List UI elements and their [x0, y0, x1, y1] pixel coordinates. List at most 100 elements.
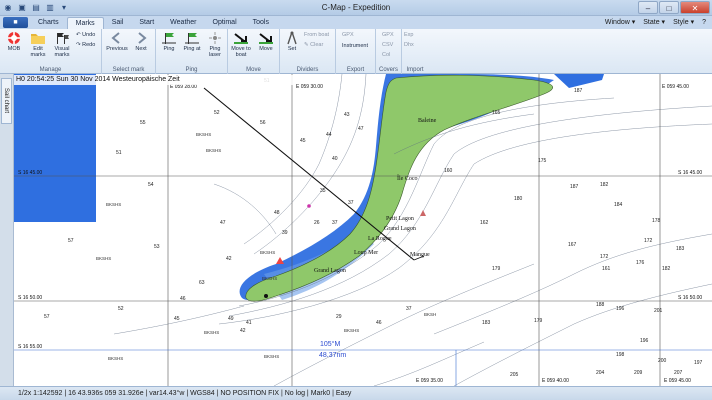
depth-sounding: 29 — [336, 314, 342, 320]
reef-shallows-north — [554, 74, 604, 88]
depth-sounding: 39 — [282, 230, 288, 236]
help-icon[interactable]: ? — [702, 17, 706, 29]
covers-csv-button[interactable]: CSV — [382, 42, 393, 49]
depth-sounding: 41 — [246, 320, 252, 326]
depth-sounding: 183 — [482, 320, 491, 326]
tab-start[interactable]: Start — [131, 17, 162, 29]
depth-sounding: 37 — [406, 306, 412, 312]
hazard-marker-2[interactable] — [420, 210, 426, 216]
window-title: C-Map - Expedition — [321, 3, 391, 12]
tab-marks[interactable]: Marks — [66, 17, 104, 29]
bottom-code: BKSHS — [204, 330, 219, 335]
ping-laser-button[interactable]: Ping laser — [203, 31, 227, 58]
bottom-code: BKSHS — [106, 202, 121, 207]
close-button[interactable]: ✕ — [680, 1, 710, 14]
visual-marks-button[interactable]: Visual marks — [50, 31, 74, 58]
bottom-code: BKSHS — [344, 328, 359, 333]
depth-sounding: 40 — [332, 156, 338, 162]
nautical-chart[interactable]: E 059 28.00 E 059 30.00 E 059 45.00 E 05… — [14, 74, 712, 386]
import-exp-button[interactable]: Exp — [404, 32, 413, 39]
redo-button[interactable]: ↷ Redo — [76, 42, 95, 49]
export-instrument-button[interactable]: Instrument — [342, 43, 368, 50]
ping-button[interactable]: Ping — [157, 31, 181, 52]
coord-label-lat3-l: S 16 55.00 — [18, 344, 42, 350]
depth-sounding: 45 — [174, 316, 180, 322]
green-flag-icon — [162, 33, 176, 44]
window-menu[interactable]: Window ▾ — [605, 17, 635, 29]
flags-icon — [57, 33, 69, 44]
set-dividers-button[interactable]: Set — [280, 31, 304, 52]
covers-col-button[interactable]: Col — [382, 52, 390, 59]
group-label-dividers: Dividers — [296, 67, 319, 73]
depth-sounding: 200 — [658, 358, 667, 364]
tab-sail[interactable]: Sail — [104, 17, 132, 29]
depth-sounding: 182 — [662, 266, 671, 272]
dividers-icon — [287, 31, 297, 45]
depth-sounding: 176 — [636, 260, 645, 266]
tab-optimal[interactable]: Optimal — [205, 17, 245, 29]
depth-sounding: 42 — [226, 256, 232, 262]
state-menu[interactable]: State ▾ — [643, 17, 665, 29]
chart-canvas[interactable]: E 059 28.00 E 059 30.00 E 059 45.00 E 05… — [14, 74, 712, 386]
depth-sounding: 184 — [614, 202, 623, 208]
depth-sounding: 49 — [228, 316, 234, 322]
buoy-marker[interactable] — [307, 204, 311, 208]
depth-sounding: 161 — [602, 266, 611, 272]
depth-sounding: 55 — [140, 120, 146, 126]
distance-readout: 48.37nm — [319, 352, 346, 359]
depth-sounding: 52 — [118, 306, 124, 312]
sail-chart-tab[interactable]: Sail chart — [1, 78, 12, 124]
depth-sounding: 201 — [654, 308, 663, 314]
mob-button[interactable]: MOB — [2, 31, 26, 52]
depth-sounding: 182 — [600, 182, 609, 188]
depth-sounding: 165 — [492, 110, 501, 116]
bottom-code: BKSHS — [96, 256, 111, 261]
ribbon-tab-bar: ■ Charts Marks Sail Start Weather Optima… — [0, 16, 712, 29]
clear-dividers-button[interactable]: ✎ Clear — [304, 42, 323, 49]
depth-sounding: 37 — [332, 220, 338, 226]
undo-button[interactable]: ↶ Undo — [76, 32, 95, 39]
arrow-left-icon — [111, 32, 120, 44]
edit-marks-button[interactable]: Edit marks — [26, 31, 50, 58]
move-to-boat-button[interactable]: Move to boat — [229, 31, 253, 58]
group-ping: Ping Ping at Ping laser Ping — [156, 29, 228, 74]
covers-gpx-button[interactable]: GPX — [382, 32, 394, 39]
tab-tools[interactable]: Tools — [245, 17, 277, 29]
group-label-covers: Covers — [378, 67, 398, 73]
title-bar: ◉ ▣ ▤ ▥ ▾ C-Map - Expedition – □ ✕ — [0, 0, 712, 16]
tab-weather[interactable]: Weather — [162, 17, 204, 29]
minimize-button[interactable]: – — [638, 1, 658, 14]
shallow-water-area — [14, 74, 96, 222]
ping-at-button[interactable]: Ping at — [180, 31, 204, 52]
bottom-code: BKSHS — [196, 132, 211, 137]
depth-sounding: 179 — [534, 318, 543, 324]
green-flag-icon — [185, 33, 199, 44]
from-boat-button[interactable]: From boat — [304, 32, 329, 39]
maximize-button[interactable]: □ — [659, 1, 679, 14]
import-dhx-button[interactable]: Dhx — [404, 42, 414, 49]
lifebuoy-icon — [8, 32, 20, 44]
move-button[interactable]: Move — [254, 31, 278, 52]
depth-sounding: 162 — [480, 220, 489, 226]
group-label-manage: Manage — [39, 67, 62, 73]
depth-sounding: 35 — [320, 188, 326, 194]
depth-sounding: 172 — [644, 238, 653, 244]
depth-sounding: 57 — [68, 238, 74, 244]
boat-marker[interactable] — [264, 294, 268, 298]
style-menu[interactable]: Style ▾ — [673, 17, 694, 29]
ribbon-tabs: Charts Marks Sail Start Weather Optimal … — [30, 17, 277, 29]
file-menu-button[interactable]: ■ — [3, 17, 28, 28]
place-label: La Rogue — [368, 236, 392, 242]
export-gpx-button[interactable]: GPX — [342, 32, 354, 39]
depth-sounding: 196 — [616, 306, 625, 312]
place-label: Grand Lagon — [384, 226, 416, 232]
depth-sounding: 209 — [634, 370, 643, 376]
window-controls: – □ ✕ — [638, 1, 710, 14]
folder-icon — [31, 34, 45, 44]
next-button[interactable]: Next — [129, 31, 153, 52]
previous-button[interactable]: Previous — [105, 31, 129, 52]
tab-charts[interactable]: Charts — [30, 17, 67, 29]
depth-sounding: 57 — [44, 314, 50, 320]
hazard-marker[interactable] — [276, 257, 284, 264]
move-arrow-icon — [259, 33, 273, 44]
